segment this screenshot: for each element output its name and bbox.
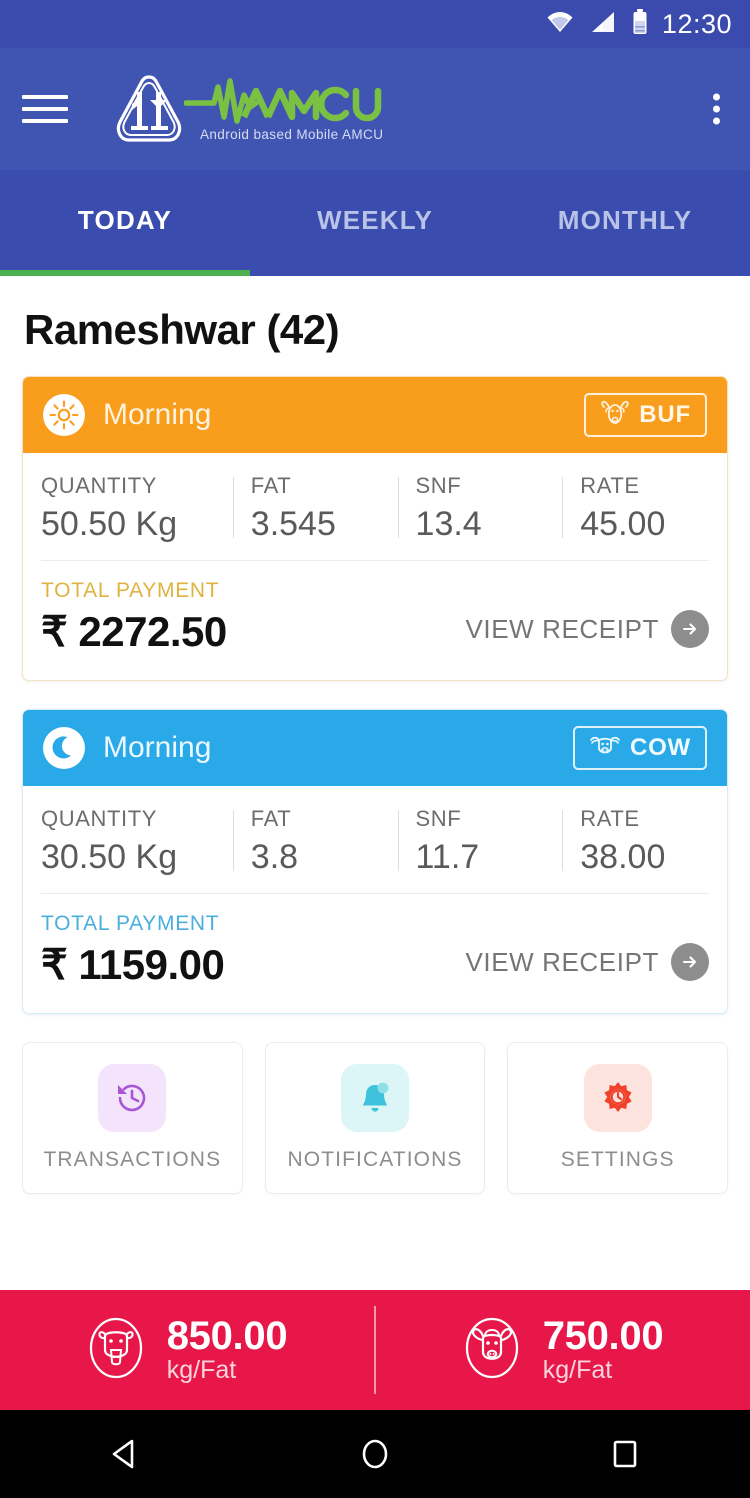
session-card-header: Morning BUF <box>23 377 727 453</box>
tab-today[interactable]: TODAY <box>0 170 250 276</box>
metric-label: SNF <box>415 806 462 831</box>
gear-clock-icon <box>583 1064 652 1132</box>
payment-block: TOTAL PAYMENT ₹ 1159.00 <box>41 912 465 989</box>
recents-square-icon[interactable] <box>565 1410 685 1498</box>
metric-value: 13.4 <box>415 505 482 543</box>
hamburger-menu-icon[interactable] <box>22 95 68 123</box>
payment-label: TOTAL PAYMENT <box>41 912 220 935</box>
buffalo-head-icon <box>600 399 630 432</box>
payment-row: TOTAL PAYMENT ₹ 2272.50 VIEW RECEIPT <box>23 561 727 680</box>
metric-quantity: QUANTITY 50.50 Kg <box>23 473 233 544</box>
metric-value: 3.8 <box>250 838 299 876</box>
rate-unit: kg/Fat <box>166 1356 237 1385</box>
session-card-buffalo: Morning BUF QUANTITY 50.50 Kg FAT 3.545 … <box>22 376 728 681</box>
view-receipt-label: VIEW RECEIPT <box>465 613 659 644</box>
metric-rate: RATE 38.00 <box>562 806 727 877</box>
tab-monthly[interactable]: MONTHLY <box>500 170 750 276</box>
arrow-right-circle-icon <box>671 610 709 648</box>
animal-type-badge-buf[interactable]: BUF <box>584 393 707 437</box>
metric-quantity: QUANTITY 30.50 Kg <box>23 806 233 877</box>
tile-transactions[interactable]: TRANSACTIONS <box>22 1042 243 1194</box>
brand-block: Android based Mobile AMCU <box>184 77 384 142</box>
payment-block: TOTAL PAYMENT ₹ 2272.50 <box>41 579 465 656</box>
action-tiles: TRANSACTIONS NOTIFICATIONS SETTINGS <box>22 1042 729 1194</box>
rate-cell-buffalo: 750.00 kg/Fat <box>376 1315 750 1385</box>
rate-value: 850.00 <box>166 1314 288 1359</box>
amcu-triangle-logo-icon <box>110 70 188 148</box>
tab-bar: TODAY WEEKLY MONTHLY <box>0 170 750 276</box>
metric-value: 50.50 Kg <box>41 505 178 543</box>
cow-head-icon <box>589 733 621 764</box>
metric-value: 45.00 <box>580 505 666 543</box>
payment-row: TOTAL PAYMENT ₹ 1159.00 VIEW RECEIPT <box>23 894 727 1013</box>
payment-amount: ₹ 2272.50 <box>41 608 227 655</box>
metric-value: 38.00 <box>580 838 666 876</box>
tile-settings[interactable]: SETTINGS <box>507 1042 729 1194</box>
battery-icon <box>632 8 648 40</box>
arrow-right-circle-icon <box>671 943 709 981</box>
session-card-cow: Morning COW QUANTITY 30.50 Kg FAT 3.8 SN… <box>22 709 728 1014</box>
metric-fat: FAT 3.545 <box>232 473 398 544</box>
back-triangle-icon[interactable] <box>65 1410 185 1498</box>
metric-value: 3.545 <box>250 505 336 543</box>
metric-snf: SNF 11.7 <box>397 806 563 877</box>
tile-notifications[interactable]: NOTIFICATIONS <box>264 1042 486 1194</box>
tile-label: SETTINGS <box>560 1148 675 1171</box>
metric-value: 30.50 Kg <box>41 838 178 876</box>
rate-text-block: 750.00 kg/Fat <box>543 1315 664 1385</box>
kebab-menu-icon[interactable] <box>707 88 726 131</box>
metric-rate: RATE 45.00 <box>562 473 727 544</box>
metric-label: SNF <box>415 473 462 498</box>
payment-label: TOTAL PAYMENT <box>41 579 220 602</box>
session-card-header: Morning COW <box>23 710 727 786</box>
status-bar-clock: 12:30 <box>661 8 732 39</box>
sun-icon <box>43 394 85 436</box>
app-bar: Android based Mobile AMCU <box>0 48 750 170</box>
metric-fat: FAT 3.8 <box>232 806 398 877</box>
tile-label: NOTIFICATIONS <box>287 1148 463 1171</box>
metric-label: QUANTITY <box>41 806 158 831</box>
cow-circle-icon <box>87 1316 145 1385</box>
tab-weekly[interactable]: WEEKLY <box>250 170 500 276</box>
animal-type-label: BUF <box>639 401 691 428</box>
metric-label: RATE <box>580 806 640 831</box>
view-receipt-label: VIEW RECEIPT <box>465 946 659 977</box>
animal-type-badge-cow[interactable]: COW <box>572 726 707 770</box>
rate-cell-cow: 850.00 kg/Fat <box>0 1315 374 1385</box>
metrics-row: QUANTITY 50.50 Kg FAT 3.545 SNF 13.4 RAT… <box>23 453 727 560</box>
tab-active-indicator <box>0 270 250 276</box>
app-logo: Android based Mobile AMCU <box>110 70 384 148</box>
rate-unit: kg/Fat <box>542 1356 613 1385</box>
home-circle-icon[interactable] <box>315 1410 435 1498</box>
tile-label: TRANSACTIONS <box>43 1148 222 1171</box>
session-label: Morning <box>103 731 212 764</box>
metric-label: FAT <box>250 806 292 831</box>
wifi-icon <box>546 11 574 38</box>
moon-icon <box>43 727 85 769</box>
metrics-row: QUANTITY 30.50 Kg FAT 3.8 SNF 11.7 RATE … <box>23 786 727 893</box>
rate-text-block: 850.00 kg/Fat <box>167 1315 288 1385</box>
metric-snf: SNF 13.4 <box>397 473 563 544</box>
metric-label: FAT <box>250 473 292 498</box>
android-navigation-bar <box>0 1410 750 1498</box>
view-receipt-button[interactable]: VIEW RECEIPT <box>465 943 709 989</box>
metric-label: QUANTITY <box>41 473 158 498</box>
view-receipt-button[interactable]: VIEW RECEIPT <box>465 610 709 656</box>
main-content: Rameshwar (42) Morning BUF QUANTITY 50.5… <box>0 276 750 1194</box>
brand-tagline: Android based Mobile AMCU <box>200 126 384 142</box>
page-title: Rameshwar (42) <box>24 306 340 353</box>
status-bar: 12:30 <box>0 0 750 48</box>
buffalo-circle-icon <box>463 1316 521 1385</box>
bell-icon <box>341 1064 409 1132</box>
rate-value: 750.00 <box>542 1314 664 1359</box>
rate-bar: 850.00 kg/Fat 750.00 kg/Fat <box>0 1290 750 1410</box>
animal-type-label: COW <box>629 734 691 761</box>
payment-amount: ₹ 1159.00 <box>41 941 225 988</box>
history-clock-icon <box>98 1064 167 1132</box>
metric-value: 11.7 <box>415 838 480 876</box>
status-bar-icons <box>546 8 648 40</box>
signal-icon <box>590 11 616 38</box>
session-label: Morning <box>103 398 212 431</box>
metric-label: RATE <box>580 473 640 498</box>
